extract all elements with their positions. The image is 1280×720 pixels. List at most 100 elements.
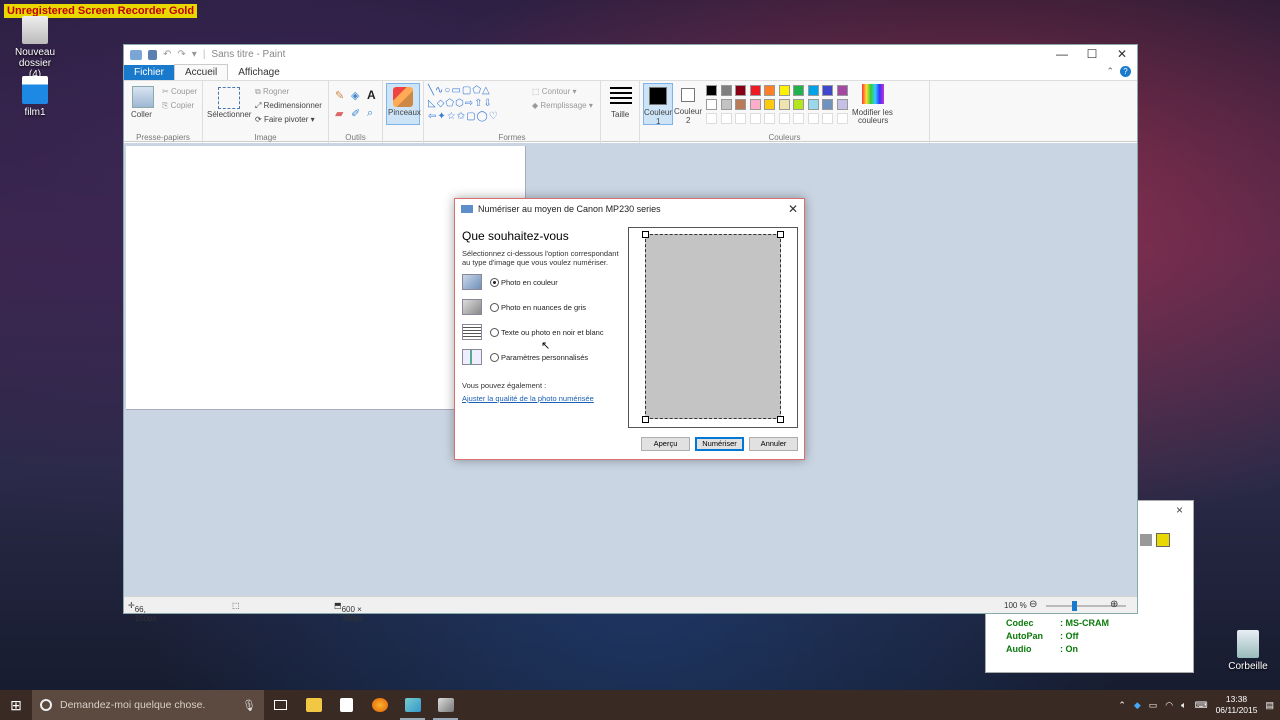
battery-icon[interactable]: ▭	[1149, 700, 1158, 711]
palette-color-swatch[interactable]	[822, 85, 833, 96]
palette-color-swatch[interactable]	[807, 99, 819, 110]
palette-color-swatch[interactable]	[735, 99, 746, 110]
settings-icon[interactable]	[1156, 533, 1170, 547]
text-icon[interactable]: A	[367, 88, 376, 102]
copy-button[interactable]: ⎘ Copier	[162, 101, 194, 111]
radio-black-white[interactable]	[490, 328, 499, 337]
color1-button[interactable]: Couleur 1	[643, 83, 673, 126]
dialog-close-button[interactable]: ✕	[788, 202, 798, 216]
help-icon[interactable]: ?	[1120, 66, 1131, 77]
radio-color-photo[interactable]	[490, 278, 499, 287]
color2-button[interactable]: Couleur 2	[674, 83, 704, 125]
empty-color-slot[interactable]	[822, 113, 833, 124]
empty-color-slot[interactable]	[720, 113, 732, 124]
paste-icon[interactable]	[132, 86, 154, 108]
palette-color-swatch[interactable]	[778, 99, 790, 110]
volume-icon[interactable]: 🔈︎	[1181, 700, 1186, 711]
redo-icon[interactable]: ↷	[177, 49, 185, 60]
option-grayscale-photo[interactable]: Photo en nuances de gris	[462, 299, 632, 317]
palette-color-swatch[interactable]	[778, 85, 790, 96]
taskbar-firefox[interactable]	[363, 690, 396, 720]
taskbar-paint[interactable]	[396, 690, 429, 720]
radio-custom-settings[interactable]	[490, 353, 499, 362]
palette-color-swatch[interactable]	[720, 85, 732, 96]
empty-color-slot[interactable]	[764, 113, 775, 124]
adjust-quality-link[interactable]: Ajuster la qualité de la photo numérisée	[462, 394, 594, 403]
desktop-icon-film1[interactable]: film1	[0, 76, 70, 118]
taskbar-scanner[interactable]	[429, 690, 462, 720]
palette-color-swatch[interactable]	[793, 85, 804, 96]
eraser-icon[interactable]: ▰	[335, 107, 343, 120]
palette-color-swatch[interactable]	[706, 99, 717, 110]
crop-handle[interactable]	[777, 416, 784, 423]
palette-color-swatch[interactable]	[735, 85, 746, 96]
empty-color-slot[interactable]	[778, 113, 790, 124]
rotate-button[interactable]: ⟳ Faire pivoter ▾	[255, 115, 315, 124]
palette-color-swatch[interactable]	[807, 85, 819, 96]
collapse-ribbon-icon[interactable]: ⌃	[1106, 66, 1114, 77]
palette-color-swatch[interactable]	[720, 99, 732, 110]
zoom-out-icon[interactable]: ⊖	[1029, 599, 1037, 610]
palette-color-swatch[interactable]	[822, 99, 833, 110]
tab-file[interactable]: Fichier	[124, 65, 175, 80]
scan-selection-area[interactable]	[645, 234, 781, 419]
select-icon[interactable]	[218, 87, 240, 109]
fill-dropdown[interactable]: ◆ Remplissage ▾	[532, 101, 593, 110]
undo-icon[interactable]: ↶	[163, 49, 171, 60]
clock[interactable]: 13:38 06/11/2015	[1216, 694, 1258, 716]
preview-button[interactable]: Aperçu	[641, 437, 690, 451]
task-view-button[interactable]	[264, 690, 297, 720]
stop-icon[interactable]	[1140, 534, 1152, 546]
outline-dropdown[interactable]: ⬚ Contour ▾	[532, 87, 577, 96]
resize-button[interactable]: ⤢ Redimensionner	[255, 101, 322, 111]
empty-color-slot[interactable]	[836, 113, 848, 124]
show-hidden-icons-icon[interactable]: ⌃	[1118, 700, 1126, 711]
search-box[interactable]: Demandez-moi quelque chose. 🎙︎	[32, 690, 264, 720]
size-button[interactable]: Taille	[611, 110, 629, 119]
shapes-gallery[interactable]: ╲∿○▭▢⬠△ ◺◇⬠⬡⇨⇧⇩ ⇦✦☆✩▢◯♡	[428, 84, 526, 124]
radio-grayscale-photo[interactable]	[490, 303, 499, 312]
quick-access-dropdown-icon[interactable]: ▾	[192, 49, 197, 60]
wifi-icon[interactable]: ◠	[1165, 700, 1173, 711]
empty-color-slot[interactable]	[807, 113, 819, 124]
notifications-icon[interactable]: ▤	[1265, 700, 1274, 711]
magnifier-icon[interactable]: ⌕	[367, 107, 373, 120]
crop-handle[interactable]	[777, 231, 784, 238]
option-color-photo[interactable]: Photo en couleur	[462, 274, 632, 292]
palette-color-swatch[interactable]	[749, 99, 761, 110]
empty-color-slot[interactable]	[793, 113, 804, 124]
zoom-slider-thumb[interactable]	[1072, 601, 1077, 611]
empty-color-slot[interactable]	[735, 113, 746, 124]
microphone-icon[interactable]: 🎙︎	[242, 699, 256, 712]
palette-color-swatch[interactable]	[749, 85, 761, 96]
brushes-button[interactable]: Pinceaux	[386, 83, 421, 125]
desktop-icon-new-folder[interactable]: Nouveau dossier (4)	[0, 16, 70, 80]
zoom-in-icon[interactable]: ⊕	[1110, 599, 1118, 610]
color-picker-icon[interactable]: ✐	[351, 107, 360, 120]
close-icon[interactable]: ×	[1176, 503, 1183, 517]
pencil-icon[interactable]: ✎	[335, 89, 344, 102]
keyboard-icon[interactable]: ⌨	[1195, 700, 1208, 711]
maximize-button[interactable]: ☐	[1077, 45, 1107, 64]
palette-color-swatch[interactable]	[836, 99, 848, 110]
palette-color-swatch[interactable]	[706, 85, 717, 96]
crop-handle[interactable]	[642, 231, 649, 238]
palette-color-swatch[interactable]	[764, 99, 775, 110]
scan-button[interactable]: Numériser	[695, 437, 744, 451]
taskbar-store[interactable]	[330, 690, 363, 720]
cancel-button[interactable]: Annuler	[749, 437, 798, 451]
network-tray-icon[interactable]: ◆	[1134, 700, 1141, 711]
empty-color-slot[interactable]	[749, 113, 761, 124]
tab-home[interactable]: Accueil	[174, 64, 229, 80]
palette-color-swatch[interactable]	[764, 85, 775, 96]
palette-color-swatch[interactable]	[793, 99, 804, 110]
minimize-button[interactable]: —	[1047, 45, 1077, 64]
taskbar-file-explorer[interactable]	[297, 690, 330, 720]
edit-colors-icon[interactable]	[862, 84, 884, 104]
crop-button[interactable]: ⧉ Rogner	[255, 87, 289, 97]
palette-color-swatch[interactable]	[836, 85, 848, 96]
crop-handle[interactable]	[642, 416, 649, 423]
desktop-icon-recycle-bin[interactable]: Corbeille	[1213, 630, 1280, 672]
size-icon[interactable]	[610, 87, 632, 105]
fill-bucket-icon[interactable]: ◈	[351, 89, 359, 102]
